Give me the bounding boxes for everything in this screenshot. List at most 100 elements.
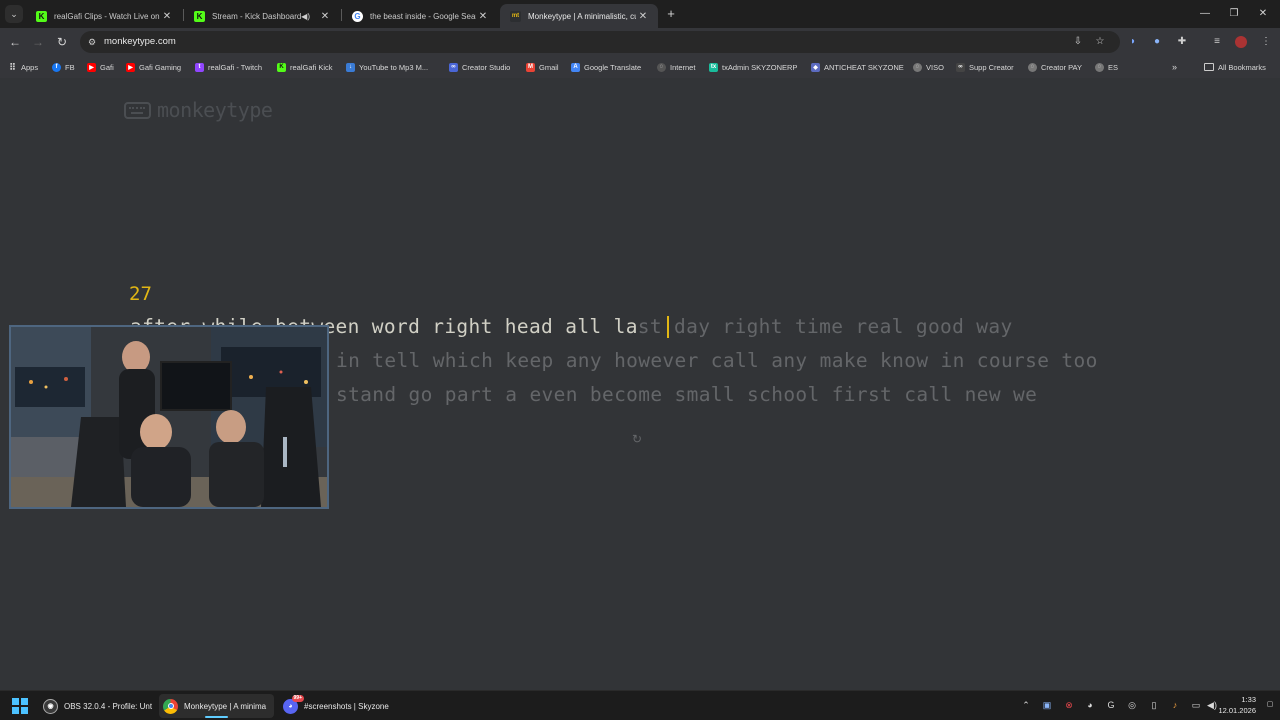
install-app-icon[interactable]: ⇩ xyxy=(1070,34,1086,50)
globe-icon: ◌ xyxy=(1095,62,1104,72)
globe-icon: ◌ xyxy=(913,62,922,72)
bookmark-txadmin[interactable]: tx txAdmin SKYZONERP xyxy=(709,61,797,73)
tab-google-search[interactable]: G the beast inside - Google Searc ✕ xyxy=(342,4,498,28)
words-line-3: stand go part a even become small school… xyxy=(336,383,1038,406)
close-tab-icon[interactable]: ✕ xyxy=(476,11,490,22)
webcam-overlay xyxy=(9,325,329,509)
clock-date: 12.01.2026 xyxy=(1218,706,1256,715)
show-hidden-icons-icon[interactable]: ⌃ xyxy=(1020,699,1032,711)
bookmark-realgafi-twitch[interactable]: t realGafi - Twitch xyxy=(195,61,262,73)
all-bookmarks-button[interactable]: All Bookmarks xyxy=(1204,61,1266,73)
upcoming-words: st day right time real good way xyxy=(637,315,1013,338)
kick-icon: K xyxy=(277,62,286,72)
tab-kick-dashboard[interactable]: K Stream - Kick Dashboard ◀) ✕ xyxy=(184,4,340,28)
bookmark-gafi[interactable]: ▶ Gafi xyxy=(87,61,114,73)
bookmark-gafi-gaming[interactable]: ▶ Gafi Gaming xyxy=(126,61,181,73)
bookmark-gmail[interactable]: M Gmail xyxy=(526,61,559,73)
steam-icon[interactable]: ◎ xyxy=(1126,699,1138,711)
kick-icon: K xyxy=(36,10,47,22)
bookmark-creator-pay[interactable]: ◌ Creator PAY xyxy=(1028,61,1082,73)
battery-icon[interactable]: ▯ xyxy=(1148,699,1160,711)
site-info-icon[interactable]: ⚙ xyxy=(86,36,98,48)
notifications-icon[interactable]: ▢ xyxy=(1264,699,1276,711)
clock-time: 1:33 xyxy=(1241,695,1256,704)
url-text[interactable]: monkeytype.com xyxy=(104,35,176,49)
forward-icon[interactable]: → xyxy=(30,34,46,50)
translate-icon: A xyxy=(571,62,580,72)
restore-icon[interactable]: ❐ xyxy=(1219,5,1249,23)
bookmark-anticheat[interactable]: ◆ ANTICHEAT SKYZONE xyxy=(811,61,904,73)
taskbar-discord[interactable]: ◕ 99+ #screenshots | Skyzone xyxy=(279,694,391,718)
keyboard-icon xyxy=(124,101,151,119)
txadmin-icon: tx xyxy=(709,62,718,72)
download-icon: ↓ xyxy=(346,62,355,72)
tab-monkeytype[interactable]: mt Monkeytype | A minimalistic, cu ✕ xyxy=(500,4,658,28)
bookmark-es[interactable]: ◌ ES xyxy=(1095,61,1118,73)
close-tab-icon[interactable]: ✕ xyxy=(636,11,650,22)
network-icon[interactable]: ▭ xyxy=(1190,699,1202,711)
reload-icon[interactable]: ↻ xyxy=(54,34,70,50)
tray-app-icon[interactable]: G xyxy=(1105,699,1117,711)
tab-realgafi-clips[interactable]: K realGafi Clips - Watch Live on K ✕ xyxy=(26,4,182,28)
bookmark-viso[interactable]: ◌ VISO xyxy=(913,61,944,73)
reading-list-icon[interactable]: ≡ xyxy=(1209,34,1225,50)
close-tab-icon[interactable]: ✕ xyxy=(160,11,174,22)
globe-icon: ◌ xyxy=(1028,62,1037,72)
taskbar-obs[interactable]: ◉ OBS 32.0.4 - Profile: Unt xyxy=(39,694,153,718)
new-tab-button[interactable]: + xyxy=(663,6,679,22)
youtube-icon: ▶ xyxy=(126,62,135,72)
apps-grid-icon: ⠿ xyxy=(9,61,16,72)
address-bar[interactable]: ⚙ monkeytype.com xyxy=(80,31,1120,53)
obs-icon: ◉ xyxy=(43,698,58,714)
folder-icon xyxy=(1204,63,1214,71)
windows-taskbar: ◉ OBS 32.0.4 - Profile: Unt Monkeytype |… xyxy=(0,690,1280,720)
youtube-icon: ▶ xyxy=(87,62,96,72)
discord-badge: 99+ xyxy=(291,694,304,702)
twitch-icon: t xyxy=(195,62,204,72)
bookmark-realgafi-kick[interactable]: KrealGafi Kick xyxy=(277,61,333,73)
typing-caret xyxy=(667,316,669,338)
close-tab-icon[interactable]: ✕ xyxy=(318,11,332,22)
microphone-icon[interactable]: ♪ xyxy=(1169,699,1181,711)
shield-icon: ◆ xyxy=(811,62,820,72)
bookmark-supp-creator[interactable]: ∞ Supp Creator xyxy=(956,61,1014,73)
close-window-icon[interactable]: ✕ xyxy=(1248,5,1278,23)
monkeytype-icon: mt xyxy=(510,10,521,22)
google-icon: G xyxy=(352,10,363,22)
monkeytype-logo[interactable]: monkeytype xyxy=(124,98,273,122)
tray-app-icon[interactable]: ⊗ xyxy=(1063,699,1075,711)
more-bookmarks-icon[interactable]: » xyxy=(1172,61,1177,73)
globe-icon: ◌ xyxy=(657,62,666,72)
bookmarks-bar: ⠿ Apps f FB ▶ Gafi ▶ Gafi Gaming t realGafi -… xyxy=(0,56,1280,129)
tray-app-icon[interactable]: ▣ xyxy=(1041,699,1053,711)
meta-icon: ∞ xyxy=(449,62,458,72)
bookmark-apps[interactable]: ⠿ Apps xyxy=(8,61,38,73)
bookmark-internet[interactable]: ◌ Internet xyxy=(657,61,695,73)
minimize-icon[interactable]: — xyxy=(1190,5,1220,23)
windows-start-icon[interactable] xyxy=(12,698,28,714)
restart-test-icon[interactable]: ↻ xyxy=(630,432,644,446)
word-counter: 27 xyxy=(129,283,152,305)
volume-icon[interactable]: ◀) xyxy=(1206,699,1218,711)
back-icon[interactable]: ← xyxy=(7,34,23,50)
system-clock[interactable]: 1:33 12.01.2026 xyxy=(1218,694,1256,716)
bookmark-creator-studio[interactable]: ∞ Creator Studio xyxy=(449,61,510,73)
tab-strip: ⌄ K realGafi Clips - Watch Live on K ✕ K… xyxy=(0,0,1280,28)
taskbar-chrome-monkeytype[interactable]: Monkeytype | A minima xyxy=(159,694,274,718)
bookmark-youtube-mp3[interactable]: ↓ YouTube to Mp3 M... xyxy=(346,61,428,73)
chrome-icon xyxy=(163,698,178,714)
speaker-icon[interactable]: ◀) xyxy=(301,12,310,21)
tab-search-button[interactable]: ⌄ xyxy=(5,5,23,23)
gmail-icon: M xyxy=(526,62,535,72)
extension-icon[interactable]: ◗ xyxy=(1125,34,1141,50)
bookmark-fb[interactable]: f FB xyxy=(52,61,75,73)
extension-icon[interactable]: ● xyxy=(1149,34,1165,50)
profile-avatar-icon[interactable] xyxy=(1233,34,1249,50)
bookmark-google-translate[interactable]: A Google Translate xyxy=(571,61,641,73)
bookmark-star-icon[interactable]: ☆ xyxy=(1092,34,1108,50)
facebook-icon: f xyxy=(52,62,61,72)
menu-icon[interactable]: ⋮ xyxy=(1258,34,1274,50)
extensions-puzzle-icon[interactable]: ✚ xyxy=(1174,34,1190,50)
discord-tray-icon[interactable]: ◕ xyxy=(1084,699,1096,711)
words-line-2: in tell which keep any however call any … xyxy=(336,349,1098,372)
